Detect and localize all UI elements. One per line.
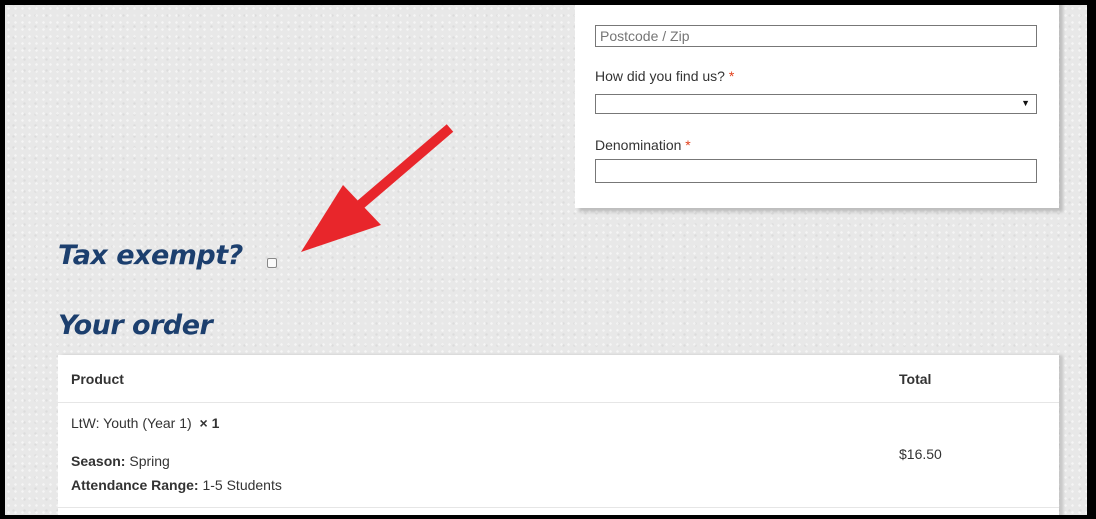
product-name-cell: LtW: Youth (Year 1) × 1 xyxy=(71,415,219,431)
denomination-label: Denomination * xyxy=(595,137,691,153)
tax-exempt-checkbox[interactable] xyxy=(267,258,277,268)
table-divider xyxy=(58,402,1059,403)
season-meta: Season: Spring xyxy=(71,453,170,469)
denomination-label-text: Denomination xyxy=(595,137,682,153)
season-label: Season: xyxy=(71,453,126,469)
page-background: How did you find us? * ▼ Denomination * … xyxy=(5,5,1087,515)
column-header-product: Product xyxy=(71,371,124,387)
season-value: Spring xyxy=(129,453,170,469)
order-table: Product Total LtW: Youth (Year 1) × 1 Se… xyxy=(58,355,1059,515)
required-marker: * xyxy=(728,68,735,84)
product-name[interactable]: LtW: Youth (Year 1) xyxy=(71,415,192,431)
address-form-card: How did you find us? * ▼ Denomination * xyxy=(575,5,1059,208)
red-arrow-icon xyxy=(301,124,454,252)
denomination-input[interactable] xyxy=(595,159,1037,183)
tax-exempt-heading: Tax exempt? xyxy=(58,240,243,271)
find-us-label: How did you find us? * xyxy=(595,68,734,84)
your-order-heading: Your order xyxy=(58,310,213,341)
attendance-label: Attendance Range: xyxy=(71,477,199,493)
dropdown-arrow-icon: ▼ xyxy=(1021,98,1030,108)
attendance-meta: Attendance Range: 1-5 Students xyxy=(71,477,282,493)
column-header-total: Total xyxy=(899,371,932,387)
postcode-input[interactable] xyxy=(595,25,1037,47)
find-us-label-text: How did you find us? xyxy=(595,68,725,84)
product-total: $16.50 xyxy=(899,446,942,462)
required-marker: * xyxy=(685,137,691,153)
product-quantity: × 1 xyxy=(199,415,220,431)
find-us-select[interactable]: ▼ xyxy=(595,94,1037,114)
table-divider xyxy=(58,507,1059,508)
attendance-value: 1-5 Students xyxy=(202,477,282,493)
